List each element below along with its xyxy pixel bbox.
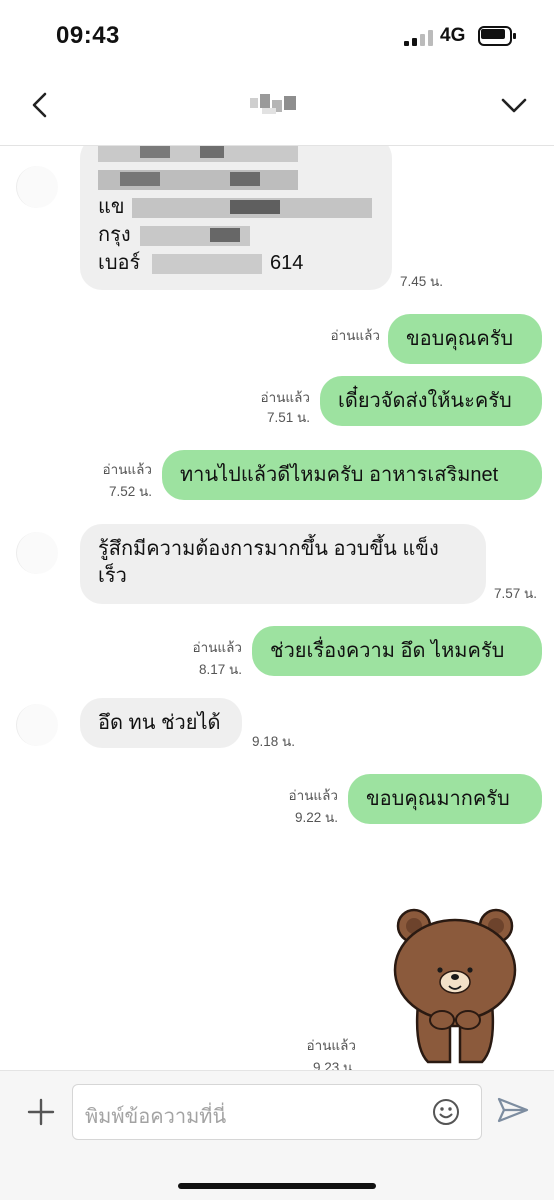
read-receipt: อ่านแล้ว <box>102 462 152 477</box>
status-bar: 09:43 4G <box>0 0 554 70</box>
message-text: ช่วยเรื่องความ อึด ไหมครับ <box>270 639 505 662</box>
message-time: 9.18 น. <box>252 734 296 749</box>
outgoing-message[interactable]: เดี๋ยวจัดส่งให้นะครับ <box>320 376 542 426</box>
chevron-down-icon[interactable] <box>498 90 530 120</box>
outgoing-message[interactable]: ทานไปแล้วดีไหมครับ อาหารเสริมnet <box>162 450 542 500</box>
avatar[interactable] <box>16 532 58 574</box>
read-receipt: อ่านแล้ว <box>192 640 242 655</box>
read-receipt: อ่านแล้ว <box>306 1038 356 1053</box>
outgoing-message[interactable]: ขอบคุณครับ <box>388 314 542 364</box>
status-time: 09:43 <box>56 22 120 49</box>
message-text: ขอบคุณมากครับ <box>366 787 510 810</box>
message-text: ขอบคุณครับ <box>406 327 514 350</box>
message-text: เดี๋ยวจัดส่งให้นะครับ <box>338 389 512 412</box>
smiley-icon[interactable] <box>431 1097 461 1127</box>
chat-header <box>0 70 554 146</box>
message-input-placeholder: พิมพ์ข้อความที่นี่ <box>85 1106 227 1128</box>
message-composer: พิมพ์ข้อความที่นี่ <box>0 1070 554 1200</box>
read-receipt: อ่านแล้ว <box>330 328 380 343</box>
message-input[interactable]: พิมพ์ข้อความที่นี่ <box>72 1084 482 1140</box>
outgoing-message[interactable]: ช่วยเรื่องความ อึด ไหมครับ <box>252 626 542 676</box>
first-message-line5: เบอร์ <box>98 252 141 274</box>
message-text-line2: เร็ว <box>98 565 127 587</box>
avatar[interactable] <box>16 166 58 208</box>
incoming-message[interactable]: รู้สึกมีความต้องการมากขึ้น อวบขึ้น แข็ง … <box>80 524 486 604</box>
first-message-line5-suffix: 614 <box>270 252 304 274</box>
read-receipt: อ่านแล้ว <box>288 788 338 803</box>
incoming-message-redacted[interactable]: แข กรุง เบอร์ 614 <box>80 146 392 290</box>
read-receipt: อ่านแล้ว <box>260 390 310 405</box>
home-indicator <box>178 1183 376 1189</box>
message-text: อึด ทน ช่วยได้ <box>98 711 221 734</box>
message-time: 7.57 น. <box>494 586 538 601</box>
message-time: 7.52 น. <box>108 484 152 499</box>
message-time: 8.17 น. <box>198 662 242 677</box>
avatar[interactable] <box>16 704 58 746</box>
network-label: 4G <box>440 25 466 46</box>
first-message-line3: แข <box>98 196 125 218</box>
battery-icon <box>478 26 516 46</box>
message-time: 9.23 น. <box>312 1060 356 1070</box>
message-text: ทานไปแล้วดีไหมครับ อาหารเสริมnet <box>180 463 499 486</box>
signal-icon <box>404 30 434 46</box>
chevron-left-icon[interactable] <box>26 90 56 120</box>
brown-bear-sticker[interactable] <box>392 908 518 1068</box>
plus-icon[interactable] <box>26 1097 56 1127</box>
message-time: 9.22 น. <box>294 810 338 825</box>
chat-title-redacted <box>250 94 300 116</box>
message-text-line1: รู้สึกมีความต้องการมากขึ้น อวบขึ้น แข็ง <box>98 538 439 560</box>
send-icon[interactable] <box>496 1095 530 1125</box>
outgoing-message[interactable]: ขอบคุณมากครับ <box>348 774 542 824</box>
message-list[interactable]: แข กรุง เบอร์ 614 7.45 น. อ่านแล้ว ขอบคุ… <box>0 146 554 1070</box>
message-time: 7.45 น. <box>400 274 444 289</box>
incoming-message[interactable]: อึด ทน ช่วยได้ <box>80 698 242 748</box>
message-time: 7.51 น. <box>266 410 310 425</box>
first-message-line4: กรุง <box>98 224 131 246</box>
